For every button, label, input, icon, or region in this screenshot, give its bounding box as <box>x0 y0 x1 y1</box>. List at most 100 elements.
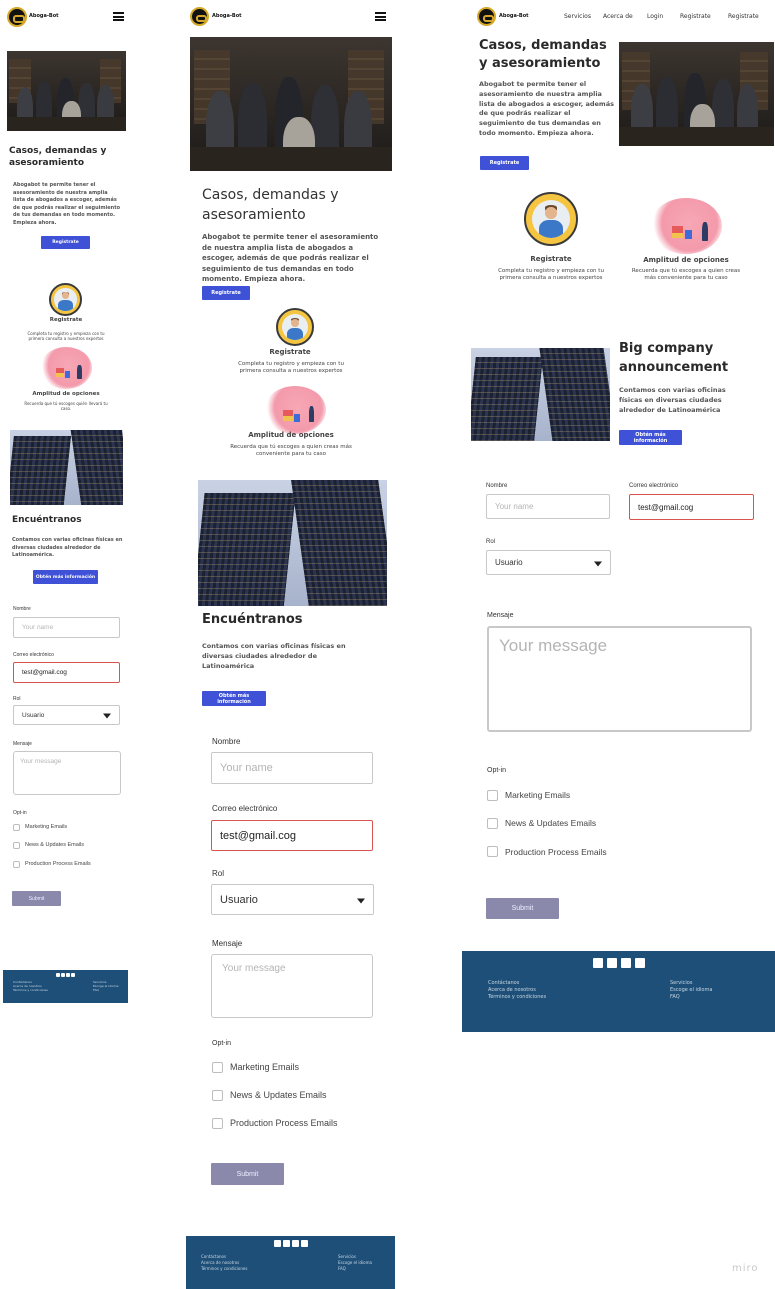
menu-icon[interactable] <box>375 12 386 21</box>
facebook-icon[interactable] <box>61 973 65 977</box>
feature-options-title: Amplitud de opciones <box>32 391 100 397</box>
message-label: Mensaje <box>13 741 32 747</box>
find-more-button[interactable]: Obtén más información <box>202 691 266 706</box>
twitter-icon[interactable] <box>593 958 603 968</box>
news-checkbox[interactable] <box>13 842 20 849</box>
name-input[interactable]: Your name <box>211 752 373 784</box>
role-select[interactable]: Usuario <box>13 705 120 725</box>
footer-about-link[interactable]: Acerca de nosotros <box>201 1260 239 1265</box>
hero-text: Abogabot te permite tener el asesoramien… <box>13 182 121 226</box>
feature-register-title: Registrate <box>530 255 572 263</box>
facebook-icon[interactable] <box>283 1240 290 1247</box>
hero-title: Casos, demandas y asesoramiento <box>479 38 607 72</box>
nav-about-link[interactable]: Acerca de <box>603 13 633 20</box>
instagram-icon[interactable] <box>301 1240 308 1247</box>
team-photo <box>7 51 126 131</box>
footer-services-link[interactable]: Servicios <box>338 1254 356 1259</box>
google-plus-icon[interactable] <box>66 973 70 977</box>
marketing-checkbox[interactable] <box>13 824 20 831</box>
brand-name: Aboga-Bot <box>212 13 242 19</box>
find-more-button[interactable]: Obtén más información <box>33 570 98 584</box>
footer-contact-link[interactable]: Contáctanos <box>488 980 519 986</box>
email-label: Correo electrónico <box>212 804 278 813</box>
instagram-icon[interactable] <box>635 958 645 968</box>
register-avatar-icon <box>276 308 314 346</box>
hero-register-button[interactable]: Registrate <box>202 286 250 300</box>
message-textarea[interactable]: Your message <box>487 626 752 732</box>
footer-faq-link[interactable]: FAQ <box>93 988 99 992</box>
logo-icon[interactable] <box>477 7 496 26</box>
message-textarea[interactable]: Your message <box>211 954 373 1018</box>
footer-faq-link[interactable]: FAQ <box>670 994 680 1000</box>
production-label: Production Process Emails <box>505 847 607 857</box>
google-plus-icon[interactable] <box>292 1240 299 1247</box>
logo-icon[interactable] <box>7 7 27 27</box>
footer-terms-link[interactable]: Términos y condiciones <box>488 994 546 1000</box>
production-checkbox[interactable] <box>212 1118 223 1129</box>
optin-label: Opt-in <box>487 767 507 774</box>
register-avatar-icon <box>524 192 578 246</box>
role-label: Rol <box>13 696 21 702</box>
footer-language-link[interactable]: Escoge el idioma <box>670 987 712 993</box>
role-select[interactable]: Usuario <box>211 884 374 915</box>
hero-register-button[interactable]: Registrate <box>480 156 529 170</box>
optin-label: Opt-in <box>212 1040 232 1047</box>
news-checkbox[interactable] <box>212 1090 223 1101</box>
twitter-icon[interactable] <box>274 1240 281 1247</box>
name-input[interactable]: Your name <box>486 494 610 519</box>
name-label: Nombre <box>486 483 508 489</box>
submit-button[interactable]: Submit <box>12 891 61 906</box>
name-label: Nombre <box>13 606 31 612</box>
hero-register-button[interactable]: Registrate <box>41 236 90 249</box>
instagram-icon[interactable] <box>71 973 75 977</box>
hero-title: Casos, demandas y asesoramiento <box>202 187 339 224</box>
production-checkbox[interactable] <box>13 861 20 868</box>
name-input[interactable]: Your name <box>13 617 120 638</box>
find-more-button[interactable]: Obtén más información <box>619 430 682 445</box>
footer-faq-link[interactable]: FAQ <box>338 1266 346 1271</box>
google-plus-icon[interactable] <box>621 958 631 968</box>
nav-register-link[interactable]: Registrate <box>680 13 711 20</box>
email-input[interactable]: test@gmail.cog <box>629 494 754 520</box>
email-input[interactable]: test@gmail.cog <box>211 820 373 851</box>
submit-button[interactable]: Submit <box>486 898 559 919</box>
email-input[interactable]: test@gmail.cog <box>13 662 120 683</box>
miro-watermark: miro <box>732 1263 759 1274</box>
role-select[interactable]: Usuario <box>486 550 611 575</box>
facebook-icon[interactable] <box>607 958 617 968</box>
footer-language-link[interactable]: Escoge el idioma <box>338 1260 372 1265</box>
footer-contact-link[interactable]: Contáctanos <box>201 1254 226 1259</box>
footer-services-link[interactable]: Servicios <box>670 980 692 986</box>
chevron-down-icon <box>594 561 602 566</box>
feature-options-text: Recuerda que tú escoges a quien creas má… <box>230 444 352 458</box>
feature-options-text: Recuerda que tú escoges quién llevará tu… <box>24 401 108 412</box>
nav-register-link-2[interactable]: Registrate <box>728 13 759 20</box>
logo-icon[interactable] <box>190 7 209 26</box>
footer-about-link[interactable]: Acerca de nosotros <box>488 987 536 993</box>
find-text: Contamos con varias oficinas físicas en … <box>12 537 123 558</box>
footer-terms-link[interactable]: Términos y condiciones <box>13 988 48 992</box>
nav-login-link[interactable]: Login <box>647 13 663 20</box>
chevron-down-icon <box>357 898 365 903</box>
nav-services-link[interactable]: Servicios <box>564 13 591 20</box>
submit-button[interactable]: Submit <box>211 1163 284 1185</box>
hero-text: Abogabot te permite tener el asesoramien… <box>479 80 614 137</box>
twitter-icon[interactable] <box>56 973 60 977</box>
marketing-checkbox[interactable] <box>487 790 498 801</box>
footer-terms-link[interactable]: Términos y condiciones <box>201 1266 247 1271</box>
menu-icon[interactable] <box>113 12 124 21</box>
optin-label: Opt-in <box>13 810 27 816</box>
team-photo <box>619 42 774 146</box>
marketing-label: Marketing Emails <box>505 790 571 800</box>
feature-options-title: Amplitud de opciones <box>248 431 334 439</box>
brand-name: Aboga-Bot <box>29 13 59 19</box>
footer: Contáctanos Acerca de nosotros Términos … <box>3 970 128 1003</box>
footer: Contáctanos Acerca de nosotros Términos … <box>186 1236 395 1289</box>
hero-title: Casos, demandas y asesoramiento <box>9 146 107 168</box>
production-checkbox[interactable] <box>487 846 498 857</box>
news-checkbox[interactable] <box>487 818 498 829</box>
feature-options-text: Recuerda que tú escoges a quien creas má… <box>631 268 741 282</box>
message-textarea[interactable]: Your message <box>13 751 121 795</box>
chevron-down-icon <box>103 713 111 719</box>
marketing-checkbox[interactable] <box>212 1062 223 1073</box>
